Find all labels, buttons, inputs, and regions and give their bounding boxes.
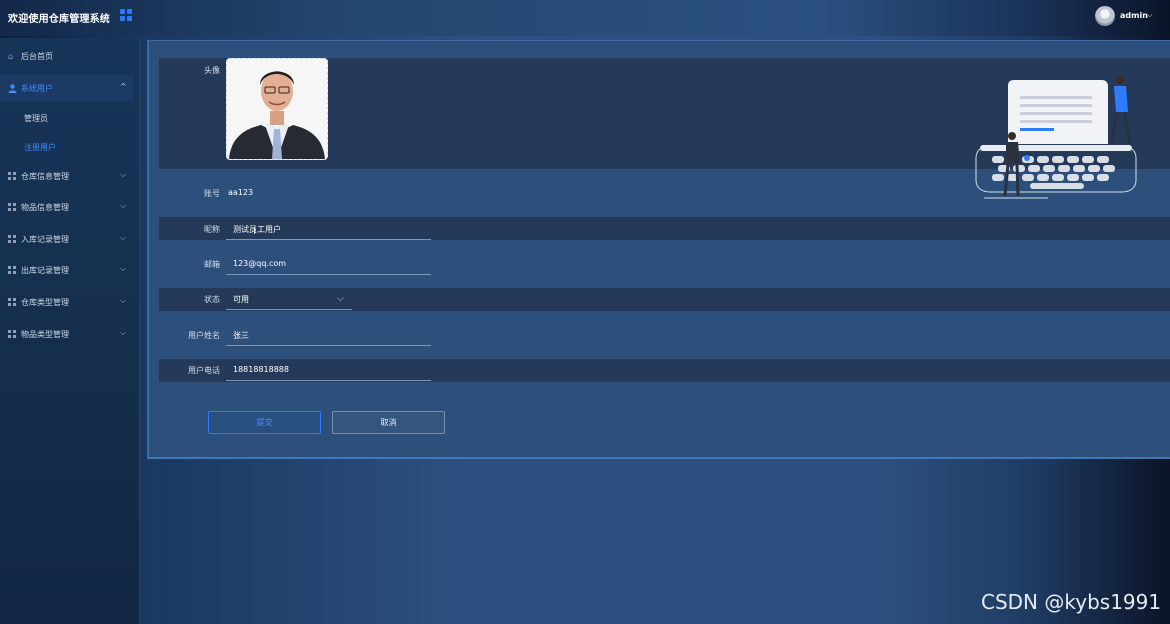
sidebar-item-warehouse-types[interactable]: 仓库类型管理 ⌵ <box>0 289 134 315</box>
account-label: 账号 <box>204 189 220 198</box>
status-label: 状态 <box>204 295 220 304</box>
grid-icon <box>8 298 17 307</box>
realname-underline <box>226 345 431 346</box>
sidebar-item-dashboard[interactable]: ⌂ 后台首页 <box>0 43 134 69</box>
sidebar-item-label: 出库记录管理 <box>21 266 69 275</box>
app-title: 欢迎使用仓库管理系统 <box>8 14 110 25</box>
chevron-down-icon: ⌵ <box>120 201 127 210</box>
chevron-down-icon[interactable]: ⌵ <box>1147 11 1152 20</box>
chevron-down-icon: ⌵ <box>120 170 127 179</box>
account-value: aa123 <box>228 188 254 197</box>
watermark-text: CSDN @kybs1991 <box>981 590 1162 614</box>
chevron-down-icon: ⌵ <box>120 264 127 273</box>
sidebar-item-inbound-records[interactable]: 入库记录管理 ⌵ <box>0 226 134 252</box>
sidebar-item-label: 后台首页 <box>21 52 53 61</box>
email-underline <box>226 274 431 275</box>
sidebar-item-warehouse-info[interactable]: 仓库信息管理 ⌵ <box>0 163 134 189</box>
cancel-button[interactable]: 取消 <box>332 411 445 434</box>
top-bar: 欢迎使用仓库管理系统 admin ⌵ <box>0 0 1170 36</box>
phone-field[interactable]: 18818818888 <box>233 365 289 374</box>
sidebar-item-label: 入库记录管理 <box>21 235 69 244</box>
status-underline <box>226 309 352 310</box>
nickname-field[interactable]: 测试员工用户 <box>233 224 281 235</box>
nickname-row <box>159 217 1170 240</box>
status-select[interactable]: 可用 <box>233 294 249 305</box>
chevron-down-icon: ⌵ <box>120 233 127 242</box>
sidebar-item-goods-info[interactable]: 物品信息管理 ⌵ <box>0 194 134 220</box>
user-icon <box>8 84 17 93</box>
phone-label: 用户电话 <box>188 366 220 375</box>
user-name[interactable]: admin <box>1120 11 1148 20</box>
profile-photo <box>227 59 327 159</box>
menu-grid-icon[interactable] <box>120 9 133 22</box>
home-icon: ⌂ <box>8 52 14 61</box>
realname-field[interactable]: 张三 <box>233 330 249 341</box>
realname-label: 用户姓名 <box>188 331 220 340</box>
chevron-down-icon[interactable]: ⌵ <box>337 294 344 304</box>
chevron-down-icon: ⌵ <box>120 296 127 305</box>
text-cursor-icon: I <box>253 226 256 237</box>
avatar-label: 头像 <box>204 66 220 75</box>
sidebar-item-label: 仓库类型管理 <box>21 298 69 307</box>
user-avatar[interactable] <box>1095 6 1115 26</box>
chevron-down-icon: ⌵ <box>120 328 127 337</box>
sidebar-item-label: 仓库信息管理 <box>21 172 69 181</box>
submit-button[interactable]: 提交 <box>208 411 321 434</box>
sidebar-subitem-admins[interactable]: 管理员 <box>24 113 48 124</box>
nickname-underline <box>226 239 431 240</box>
phone-row <box>159 359 1170 382</box>
sidebar-item-label: 物品类型管理 <box>21 330 69 339</box>
sidebar-item-system-users[interactable]: 系统用户 ^ <box>0 75 134 101</box>
email-field[interactable]: 123@qq.com <box>233 259 286 268</box>
grid-icon <box>8 330 17 339</box>
grid-icon <box>8 172 17 181</box>
chevron-up-icon: ^ <box>120 82 127 91</box>
sidebar-subitem-registered-users[interactable]: 注册用户 <box>24 142 56 153</box>
sidebar-item-outbound-records[interactable]: 出库记录管理 ⌵ <box>0 257 134 283</box>
grid-icon <box>8 235 17 244</box>
status-row <box>159 288 1170 311</box>
avatar-upload[interactable] <box>226 58 328 160</box>
sidebar-item-label: 物品信息管理 <box>21 203 69 212</box>
email-label: 邮箱 <box>204 260 220 269</box>
sidebar-item-label: 系统用户 <box>21 84 53 93</box>
nickname-label: 昵称 <box>204 225 220 234</box>
grid-icon <box>8 203 17 212</box>
phone-underline <box>226 380 431 381</box>
grid-icon <box>8 266 17 275</box>
typewriter-illustration <box>975 76 1137 199</box>
sidebar-item-goods-types[interactable]: 物品类型管理 ⌵ <box>0 321 134 347</box>
